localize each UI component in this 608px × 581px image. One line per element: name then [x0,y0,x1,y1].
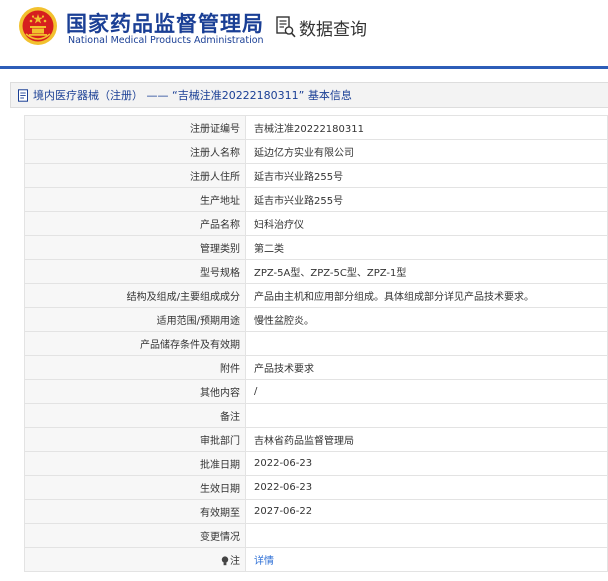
national-emblem-icon [19,7,57,45]
row-label: 产品储存条件及有效期 [24,331,246,356]
table-row: 注册证编号 吉械注准20222180311 [24,115,608,140]
table-row: 管理类别 第二类 [24,235,608,260]
row-label: 注册人住所 [24,163,246,188]
row-value: 产品技术要求 [245,355,608,380]
row-label: 结构及组成/主要组成成分 [24,283,246,308]
table-row: 注册人住所 延吉市兴业路255号 [24,163,608,188]
data-query-label: 数据查询 [299,19,367,40]
row-label: 生效日期 [24,475,246,500]
section-title: 境内医疗器械（注册） —— “吉械注准20222180311” 基本信息 [33,89,352,102]
row-value [245,331,608,356]
row-label: 管理类别 [24,235,246,260]
org-name-cn: 国家药品监督管理局 [66,12,264,36]
table-row: 备注 [24,403,608,428]
table-row: 变更情况 [24,523,608,548]
table-row: 产品储存条件及有效期 [24,331,608,356]
row-label-note: 注 [24,547,246,572]
document-search-icon [276,16,296,38]
table-row: 审批部门 吉林省药品监督管理局 [24,427,608,452]
row-value [245,523,608,548]
row-label: 有效期至 [24,499,246,524]
row-value: 妇科治疗仪 [245,211,608,236]
row-value: ZPZ-5A型、ZPZ-5C型、ZPZ-1型 [245,259,608,284]
row-value: 吉林省药品监督管理局 [245,427,608,452]
row-value: / [245,379,608,404]
row-value [245,403,608,428]
table-row: 附件 产品技术要求 [24,355,608,380]
document-icon [18,88,28,102]
row-value: 第二类 [245,235,608,260]
row-label: 生产地址 [24,187,246,212]
row-label: 批准日期 [24,451,246,476]
row-label: 注册人名称 [24,139,246,164]
row-label: 变更情况 [24,523,246,548]
org-name-en: National Medical Products Administration [68,35,264,46]
row-value: 慢性盆腔炎。 [245,307,608,332]
row-label: 型号规格 [24,259,246,284]
details-link[interactable]: 详情 [245,547,608,572]
section-title-bar: 境内医疗器械（注册） —— “吉械注准20222180311” 基本信息 [10,82,608,108]
row-value: 延吉市兴业路255号 [245,187,608,212]
table-row: 适用范围/预期用途 慢性盆腔炎。 [24,307,608,332]
row-value: 2022-06-23 [245,451,608,476]
table-row: 生效日期 2022-06-23 [24,475,608,500]
lightbulb-icon [221,556,229,566]
row-label: 审批部门 [24,427,246,452]
row-label: 适用范围/预期用途 [24,307,246,332]
row-value: 2022-06-23 [245,475,608,500]
table-row: 结构及组成/主要组成成分 产品由主机和应用部分组成。具体组成部分详见产品技术要求… [24,283,608,308]
table-row: 生产地址 延吉市兴业路255号 [24,187,608,212]
header-divider [0,66,608,69]
site-header: 国家药品监督管理局 National Medical Products Admi… [0,0,608,66]
note-label: 注 [230,556,240,567]
row-value: 延边亿方实业有限公司 [245,139,608,164]
row-label: 其他内容 [24,379,246,404]
row-label: 注册证编号 [24,115,246,140]
row-value: 延吉市兴业路255号 [245,163,608,188]
row-label: 产品名称 [24,211,246,236]
row-value: 吉械注准20222180311 [245,115,608,140]
table-row: 批准日期 2022-06-23 [24,451,608,476]
row-value: 2027-06-22 [245,499,608,524]
row-label: 附件 [24,355,246,380]
table-row: 注 详情 [24,547,608,572]
table-row: 产品名称 妇科治疗仪 [24,211,608,236]
table-row: 其他内容 / [24,379,608,404]
detail-table: 注册证编号 吉械注准20222180311 注册人名称 延边亿方实业有限公司 注… [24,115,608,572]
table-row: 注册人名称 延边亿方实业有限公司 [24,139,608,164]
table-row: 型号规格 ZPZ-5A型、ZPZ-5C型、ZPZ-1型 [24,259,608,284]
table-row: 有效期至 2027-06-22 [24,499,608,524]
row-value: 产品由主机和应用部分组成。具体组成部分详见产品技术要求。 [245,283,608,308]
row-label: 备注 [24,403,246,428]
data-query-link[interactable]: 数据查询 [276,16,367,40]
